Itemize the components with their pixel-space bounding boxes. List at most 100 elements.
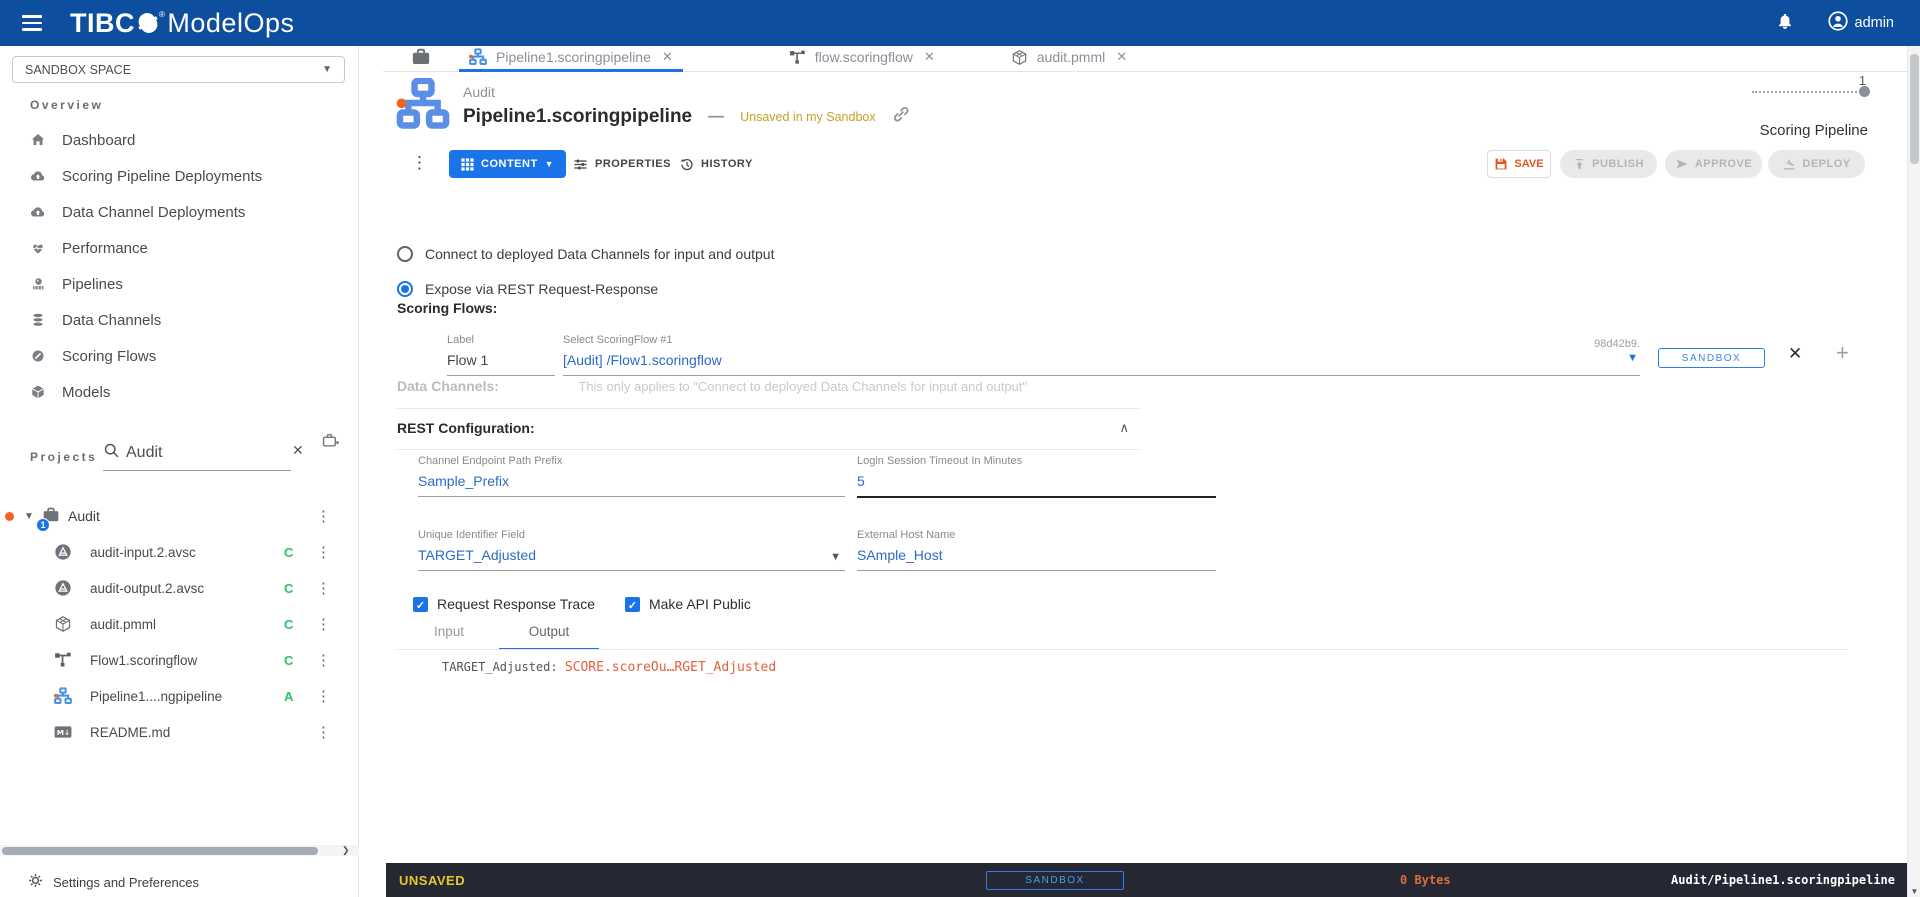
io-tab-0[interactable]: Input	[399, 620, 499, 650]
link-icon[interactable]	[892, 105, 910, 128]
tab-0[interactable]	[397, 46, 445, 72]
sidebar-item-scoring-flows[interactable]: Scoring Flows	[0, 338, 359, 374]
row-menu-icon[interactable]: ⋮	[316, 615, 331, 633]
row-menu-icon[interactable]: ⋮	[316, 579, 331, 597]
search-icon	[103, 442, 120, 464]
tree-project-audit[interactable]: ▼ 1 Audit ⋮	[0, 498, 359, 534]
tree-file-pipeline1[interactable]: Pipeline1....ngpipeline A ⋮	[0, 678, 359, 714]
radio-option-1[interactable]: Expose via REST Request-Response	[397, 277, 774, 301]
sidebar-item-data-channel-deployments[interactable]: Data Channel Deployments	[0, 194, 359, 230]
more-options-icon[interactable]: ⋮	[411, 153, 428, 173]
properties-button[interactable]: PROPERTIES	[573, 150, 671, 178]
field-external-host-name[interactable]: External Host Name SAmple_Host	[857, 529, 1216, 571]
mapping-value[interactable]: SCORE.scoreOu…RGET_Adjusted	[565, 660, 776, 675]
close-tab-icon[interactable]: ✕	[924, 49, 935, 65]
user-menu[interactable]: admin	[1827, 11, 1894, 35]
save-button[interactable]: SAVE	[1487, 150, 1551, 178]
file-status: C	[284, 652, 294, 668]
request-response-trace-option[interactable]: Request Response Trace	[413, 596, 595, 612]
sidebar-item-models[interactable]: Models	[0, 374, 359, 410]
make-api-public-option[interactable]: Make API Public	[624, 596, 751, 612]
approve-button[interactable]: APPROVE	[1665, 150, 1762, 178]
collapse-chevron-icon[interactable]: ∧	[1119, 420, 1129, 436]
checkbox-0[interactable]	[413, 596, 428, 612]
svg-text:M↓: M↓	[57, 728, 70, 737]
row-menu-icon[interactable]: ⋮	[316, 507, 331, 525]
cube-icon	[32, 385, 44, 399]
brand-logo: TIBC ® ModelOps	[70, 8, 294, 39]
scroll-right-arrow-icon[interactable]: ❯	[342, 845, 350, 856]
field-unique-identifier[interactable]: Unique Identifier Field TARGET_Adjusted …	[418, 529, 845, 571]
radio-option-0[interactable]: Connect to deployed Data Channels for in…	[397, 242, 774, 266]
mapping-key: TARGET_Adjusted:	[442, 660, 558, 674]
row-menu-icon[interactable]: ⋮	[316, 651, 331, 669]
tree-file-audit-input[interactable]: audit-input.2.avsc C ⋮	[0, 534, 359, 570]
close-tab-icon[interactable]: ✕	[1116, 49, 1127, 65]
close-tab-icon[interactable]: ✕	[662, 49, 673, 65]
field-input[interactable]: 5	[857, 473, 1216, 489]
chevron-down-icon[interactable]: ▼	[1627, 352, 1638, 364]
tree-file-readme[interactable]: M↓ README.md ⋮	[0, 714, 359, 750]
sidebar-horizontal-scrollbar[interactable]: ❯	[0, 845, 359, 856]
tab-3[interactable]: audit.pmml ✕	[1001, 46, 1137, 72]
settings-and-preferences[interactable]: Settings and Preferences	[0, 868, 359, 896]
notifications-bell-icon[interactable]	[1776, 12, 1794, 35]
version-widget[interactable]: 1	[1752, 74, 1870, 97]
project-search-input[interactable]: Audit	[126, 444, 162, 462]
sidebar-item-dashboard[interactable]: Dashboard	[0, 122, 359, 158]
artifact-type-label: Scoring Pipeline	[1759, 122, 1868, 139]
tree-file-flow1[interactable]: Flow1.scoringflow C ⋮	[0, 642, 359, 678]
gauge-icon	[32, 350, 44, 362]
checkbox-1[interactable]	[624, 596, 640, 612]
chevron-down-icon[interactable]: ▼	[24, 511, 34, 522]
field-channel-endpoint-path-prefix[interactable]: Channel Endpoint Path Prefix Sample_Pref…	[418, 455, 845, 497]
content-button[interactable]: CONTENT ▼	[449, 150, 567, 178]
flow-label-field[interactable]: Label Flow 1	[447, 334, 555, 376]
scoring-flows-heading: Scoring Flows:	[397, 300, 498, 316]
tree-file-audit-output[interactable]: audit-output.2.avsc C ⋮	[0, 570, 359, 606]
scrollbar-thumb[interactable]	[2, 846, 318, 855]
file-name: audit-output.2.avsc	[90, 580, 205, 596]
flow-label-input[interactable]: Flow 1	[447, 352, 555, 368]
tab-label: flow.scoringflow	[814, 49, 913, 65]
deploy-button[interactable]: DEPLOY	[1768, 150, 1865, 178]
row-menu-icon[interactable]: ⋮	[316, 723, 331, 741]
history-button[interactable]: HISTORY	[679, 150, 753, 178]
chevron-down-icon[interactable]: ▼	[830, 551, 841, 563]
row-menu-icon[interactable]: ⋮	[316, 687, 331, 705]
field-input[interactable]: Sample_Prefix	[418, 473, 845, 489]
sliders-icon	[574, 159, 587, 169]
registered-mark: ®	[159, 9, 166, 19]
artifact-path: Audit/Pipeline1.scoringpipeline	[1671, 873, 1895, 887]
sidebar-item-pipelines[interactable]: Pipelines	[0, 266, 359, 302]
app-root: TIBC ® ModelOps admin SANDBOX SPACE ▼ Over…	[0, 0, 1920, 897]
field-input[interactable]: SAmple_Host	[857, 547, 1216, 563]
scroll-down-arrow-icon[interactable]: ▼	[1908, 887, 1920, 896]
scrollbar-thumb[interactable]	[1910, 54, 1919, 164]
hamburger-menu-icon[interactable]	[22, 15, 42, 31]
scoringflow-select-value[interactable]: [Audit] /Flow1.scoringflow	[563, 352, 1640, 368]
remove-flow-icon[interactable]: ✕	[1788, 344, 1802, 364]
sidebar-item-data-channels[interactable]: Data Channels	[0, 302, 359, 338]
publish-button[interactable]: PUBLISH	[1560, 150, 1657, 178]
tab-1[interactable]: Pipeline1.scoringpipeline ✕	[459, 46, 683, 72]
clear-search-icon[interactable]: ✕	[292, 442, 304, 459]
space-selector[interactable]: SANDBOX SPACE ▼	[12, 56, 345, 83]
sidebar-item-scoring-pipeline-deployments[interactable]: Scoring Pipeline Deployments	[0, 158, 359, 194]
row-menu-icon[interactable]: ⋮	[316, 543, 331, 561]
tab-2[interactable]: flow.scoringflow ✕	[779, 46, 945, 72]
version-dot-icon[interactable]	[1859, 86, 1870, 97]
field-login-session-timeout[interactable]: Login Session Timeout In Minutes 5	[857, 455, 1216, 498]
add-project-icon[interactable]	[322, 432, 339, 454]
tree-file-audit-pmml[interactable]: audit.pmml C ⋮	[0, 606, 359, 642]
chevron-down-icon: ▼	[544, 159, 555, 169]
add-flow-icon[interactable]: +	[1836, 340, 1849, 366]
scoringflow-select-field[interactable]: Select ScoringFlow #1 [Audit] /Flow1.sco…	[563, 334, 1640, 376]
artifact-header: Audit Pipeline1.scoringpipeline — Unsave…	[463, 84, 910, 128]
deploy-button-label: DEPLOY	[1802, 158, 1851, 170]
file-name: Flow1.scoringflow	[90, 652, 198, 668]
field-select-value[interactable]: TARGET_Adjusted	[418, 547, 845, 563]
io-tab-1[interactable]: Output	[499, 620, 599, 650]
vertical-scrollbar[interactable]: ▼	[1907, 46, 1920, 897]
sidebar-item-performance[interactable]: Performance	[0, 230, 359, 266]
